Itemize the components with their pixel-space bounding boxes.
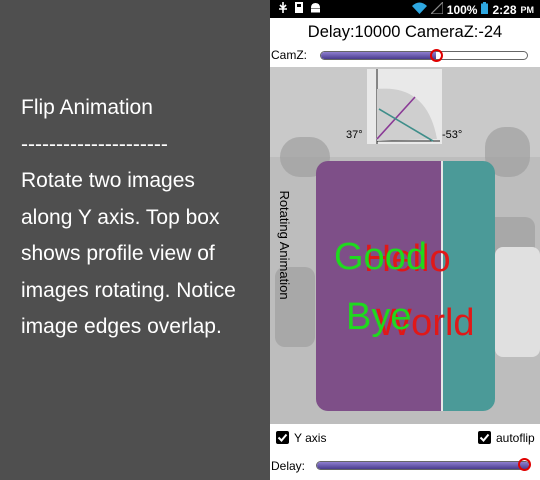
delay-label: Delay: [271, 459, 306, 473]
status-bar: 100% 2:28 PM [270, 0, 540, 18]
clock-time: 2:28 [492, 2, 517, 17]
animation-stage: 37° -53° Hello World Good Bye Rotating A… [270, 67, 540, 424]
system-icons: 100% 2:28 PM [411, 0, 535, 17]
angle-right-label: -53° [442, 129, 463, 141]
description-line: Flip Animation [21, 96, 153, 119]
rotating-animation-label: Rotating Animation [277, 190, 292, 300]
description-line: Rotate two images [21, 169, 195, 192]
delay-slider[interactable] [316, 461, 530, 470]
card-edge-overlap [441, 161, 443, 411]
description-text: Flip Animation --------------------- Rot… [21, 90, 266, 346]
description-line: --------------------- [21, 132, 168, 156]
camz-label: CamZ: [271, 48, 307, 62]
front-text-good: Good [334, 236, 427, 278]
profile-rotation-diagram [376, 69, 440, 144]
checkmark-icon [277, 433, 288, 442]
angle-left-label: 37° [346, 129, 363, 141]
description-line: along Y axis. Top box [21, 205, 220, 229]
description-line: images rotating. Notice [21, 278, 236, 302]
wifi-icon [411, 2, 427, 17]
notification-icons [278, 2, 321, 16]
usb-icon [278, 2, 288, 16]
signal-icon [429, 0, 444, 17]
controls-panel: Y axis autoflip Delay: [270, 425, 540, 480]
delay-slider-fill [317, 462, 529, 469]
autoflip-checkbox[interactable] [478, 431, 491, 444]
battery-percent: 100% [446, 2, 478, 17]
phone-screen: 100% 2:28 PM Delay:10000 CameraZ:-24 Cam… [270, 0, 540, 480]
autoflip-label: autoflip [496, 431, 535, 445]
y-axis-label: Y axis [294, 431, 327, 445]
sd-card-icon [294, 2, 304, 16]
description-line: shows profile view of [21, 242, 215, 265]
profile-view [367, 69, 442, 144]
front-text-bye: Bye [346, 296, 412, 338]
camz-row: CamZ: [270, 47, 540, 65]
android-icon [310, 2, 321, 16]
camz-slider-thumb[interactable] [429, 49, 443, 62]
camz-slider-fill [321, 52, 437, 59]
flip-card-back [443, 161, 495, 411]
delay-slider-thumb[interactable] [518, 458, 531, 471]
description-panel: Flip Animation --------------------- Rot… [0, 0, 270, 480]
page-title: Delay:10000 CameraZ:-24 [307, 23, 503, 41]
y-axis-checkbox[interactable] [276, 431, 289, 444]
flip-card-front [316, 161, 443, 411]
checkmark-icon [479, 433, 490, 442]
background-texture [495, 247, 540, 357]
clock-ampm: PM [520, 4, 535, 15]
description-line: image edges overlap. [21, 315, 222, 338]
battery-icon [481, 2, 489, 17]
camz-slider[interactable] [320, 51, 528, 60]
